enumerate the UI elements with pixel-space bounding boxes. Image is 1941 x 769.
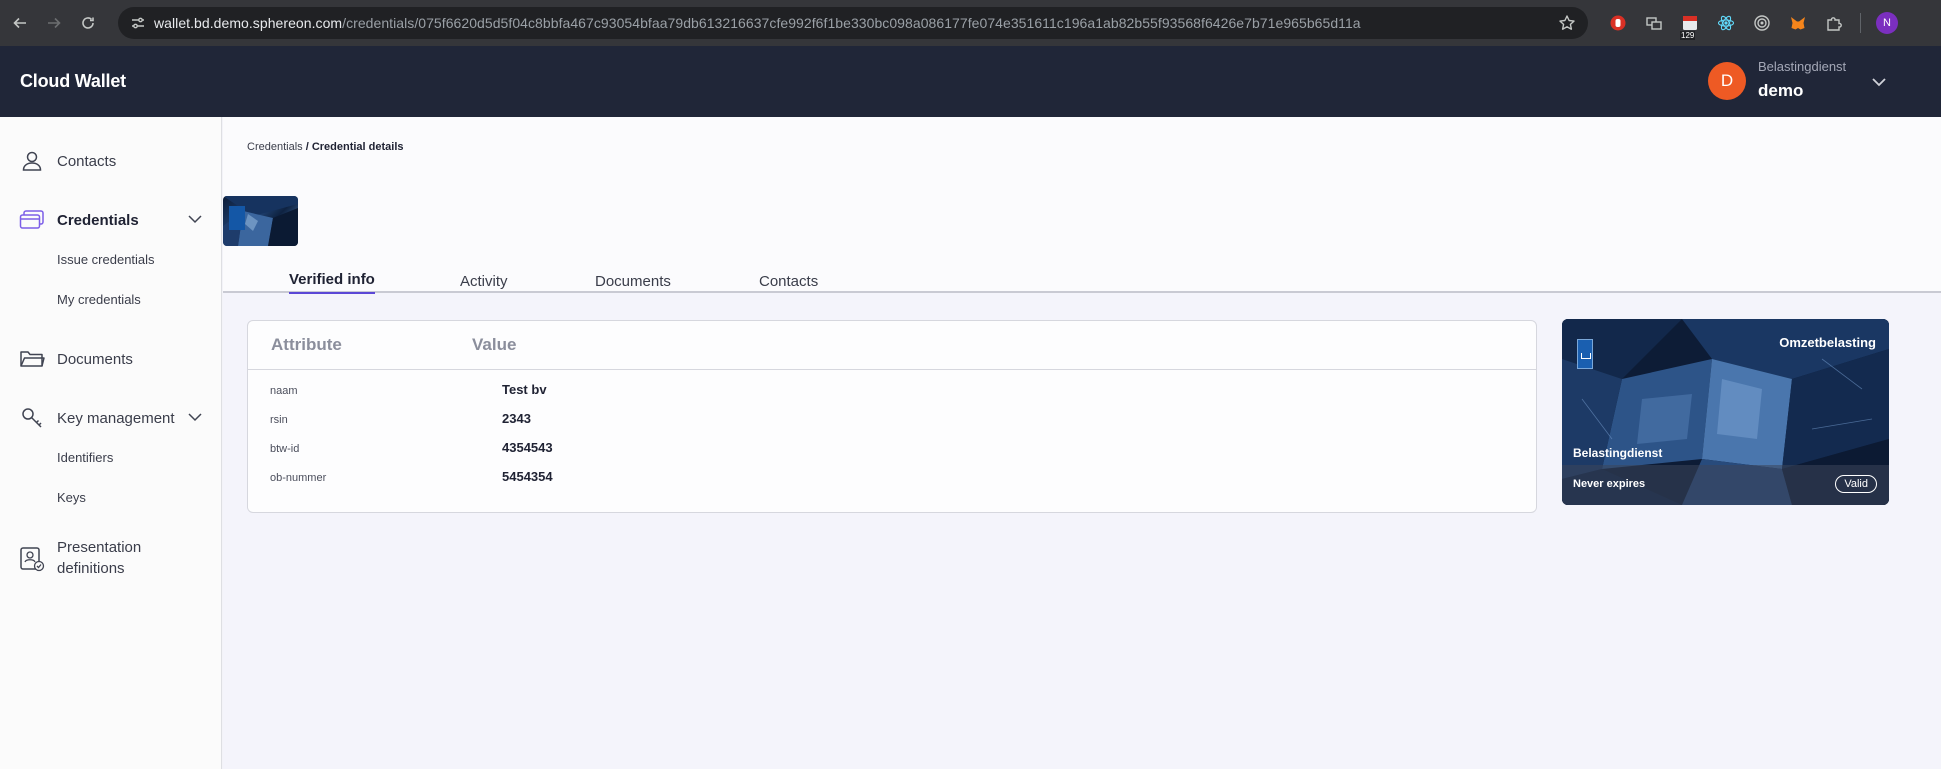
extensions-puzzle-icon[interactable] — [1816, 0, 1852, 46]
sidebar-item-presentation-definitions[interactable]: Presentation definitions — [18, 537, 141, 579]
hand-extension-icon[interactable] — [1600, 0, 1636, 46]
bookmark-star-icon[interactable] — [1558, 14, 1576, 37]
crown-logo-icon — [1577, 339, 1593, 369]
tab-contacts[interactable]: Contacts — [759, 273, 818, 294]
sidebar-item-documents[interactable]: Documents — [18, 345, 133, 373]
status-badge: Valid — [1835, 475, 1877, 493]
sidebar-item-contacts[interactable]: Contacts — [18, 147, 116, 175]
attribute-key: btw-id — [270, 443, 300, 455]
chevron-down-icon[interactable] — [186, 408, 204, 431]
sidebar-item-label: Contacts — [57, 152, 117, 170]
back-icon[interactable] — [6, 9, 34, 37]
sidebar-subitem-keys[interactable]: Keys — [57, 490, 86, 505]
credential-title: Omzetbelasting — [1779, 335, 1876, 350]
person-icon — [18, 147, 46, 175]
user-avatar: D — [1708, 62, 1746, 100]
table-header: Attribute Value — [248, 321, 1536, 370]
dual-screen-extension-icon[interactable] — [1636, 0, 1672, 46]
sidebar-item-label: Key management — [57, 409, 175, 427]
column-header-attribute: Attribute — [271, 335, 342, 354]
app-title: Cloud Wallet — [20, 71, 126, 91]
sidebar-item-label-line2: definitions — [57, 560, 125, 577]
reload-icon[interactable] — [74, 9, 102, 37]
table-row: naam Test bv — [248, 380, 1536, 404]
tab-bar: Verified info Activity Documents Contact… — [223, 268, 1941, 294]
attributes-table: Attribute Value naam Test bv rsin 2343 b… — [247, 320, 1537, 513]
table-row: btw-id 4354543 — [248, 438, 1536, 462]
tab-documents[interactable]: Documents — [595, 273, 671, 294]
user-info: Belastingdienst demo — [1758, 59, 1846, 103]
chevron-down-icon[interactable] — [186, 210, 204, 233]
sidebar-subitem-my-credentials[interactable]: My credentials — [57, 292, 141, 307]
credential-card[interactable]: Omzetbelasting Belastingdienst Never exp… — [1562, 319, 1889, 505]
breadcrumb-current: / Credential details — [305, 141, 404, 153]
breadcrumb-parent[interactable]: Credentials — [247, 141, 303, 153]
sidebar-subitem-identifiers[interactable]: Identifiers — [57, 450, 113, 465]
url-text: wallet.bd.demo.sphereon.com/credentials/… — [154, 15, 1361, 31]
sidebar-item-label-line1: Presentation — [57, 539, 142, 556]
sidebar: Contacts Credentials Issue credentials M… — [0, 117, 222, 769]
id-badge-icon — [18, 545, 46, 573]
breadcrumb: Credentials / Credential details — [247, 141, 404, 153]
attribute-key: ob-nummer — [270, 472, 327, 484]
attribute-value: 4354543 — [502, 440, 553, 455]
profile-button[interactable]: N — [1869, 0, 1905, 46]
sidebar-item-label: Presentation definitions — [57, 537, 141, 579]
sidebar-item-key-management[interactable]: Key management — [18, 404, 175, 432]
calendar-badge: 129 — [1680, 31, 1696, 40]
detail-header: Credentials / Credential details Verifie… — [223, 117, 1941, 294]
folder-icon — [18, 345, 46, 373]
site-settings-icon[interactable] — [122, 7, 154, 39]
user-organization: Belastingdienst — [1758, 59, 1847, 74]
url-path: /credentials/075f6620d5d5f04c8bbfa467c93… — [342, 15, 1361, 31]
address-bar[interactable]: wallet.bd.demo.sphereon.com/credentials/… — [118, 7, 1588, 39]
metamask-extension-icon[interactable] — [1780, 0, 1816, 46]
sidebar-item-label: Documents — [57, 350, 133, 368]
crown-logo-icon — [229, 206, 245, 230]
react-extension-icon[interactable] — [1708, 0, 1744, 46]
cards-icon — [18, 206, 46, 234]
column-header-value: Value — [472, 335, 517, 354]
attribute-key: rsin — [270, 414, 288, 426]
sidebar-item-label: Credentials — [57, 211, 139, 229]
credential-thumbnail — [223, 196, 298, 246]
key-icon — [18, 404, 46, 432]
table-row: ob-nummer 5454354 — [248, 467, 1536, 491]
tab-verified-info[interactable]: Verified info — [289, 271, 375, 294]
user-name: demo — [1758, 81, 1804, 100]
profile-avatar: N — [1876, 12, 1898, 34]
app-header: Cloud Wallet D Belastingdienst demo — [0, 46, 1941, 117]
user-menu[interactable]: D Belastingdienst demo — [1708, 59, 1846, 103]
extensions-bar: 129 N — [1600, 0, 1905, 46]
target-extension-icon[interactable] — [1744, 0, 1780, 46]
chevron-down-icon[interactable] — [1869, 72, 1889, 97]
attribute-value: 5454354 — [502, 469, 553, 484]
sidebar-subitem-issue-credentials[interactable]: Issue credentials — [57, 252, 155, 267]
toolbar-divider — [1860, 13, 1861, 33]
sidebar-item-credentials[interactable]: Credentials — [18, 206, 139, 234]
forward-icon[interactable] — [40, 9, 68, 37]
calendar-extension-icon[interactable]: 129 — [1672, 0, 1708, 46]
credential-expiry: Never expires — [1573, 478, 1646, 490]
main-content: Credentials / Credential details Verifie… — [223, 117, 1941, 769]
credential-issuer: Belastingdienst — [1573, 446, 1663, 460]
tab-activity[interactable]: Activity — [460, 273, 508, 294]
attribute-value: 2343 — [502, 411, 531, 426]
url-host: wallet.bd.demo.sphereon.com — [154, 15, 343, 31]
attribute-value: Test bv — [502, 382, 547, 397]
browser-toolbar: wallet.bd.demo.sphereon.com/credentials/… — [0, 0, 1941, 46]
table-row: rsin 2343 — [248, 409, 1536, 433]
attribute-key: naam — [270, 385, 298, 397]
credential-footer: Never expires Valid — [1562, 465, 1889, 505]
